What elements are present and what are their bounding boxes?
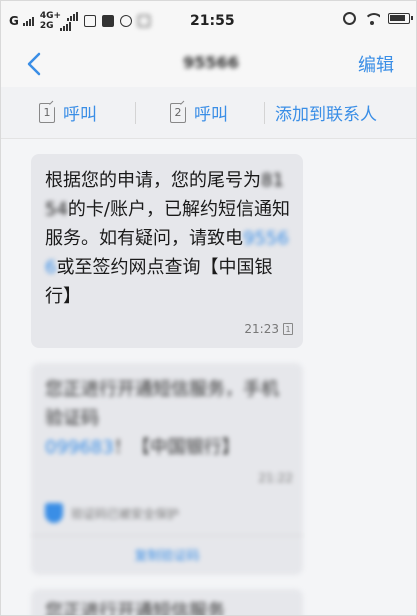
- action-divider: [135, 101, 136, 124]
- network-top-label: 4G+: [39, 11, 62, 21]
- nav-bar: 95566 编辑: [1, 41, 416, 87]
- shield-icon: [45, 503, 63, 523]
- chevron-left-icon: [27, 52, 41, 76]
- message-text-part: ！【中国银行】: [113, 437, 240, 458]
- sim2-icon: 2: [170, 102, 186, 123]
- message-text: 您正进行开通短信服务: [45, 601, 225, 616]
- add-to-contacts-button[interactable]: 添加到联系人: [275, 100, 377, 125]
- call-sim2-label: 呼叫: [194, 105, 228, 125]
- message-text-part: 或至签约网点查询【中国银行】: [45, 257, 273, 307]
- action-divider: [264, 101, 265, 124]
- message-text: 您正进行开通短信服务，手机验证码 099683！【中国银行】: [45, 375, 293, 462]
- network-bottom-label: 2G: [39, 21, 54, 31]
- call-sim1-label: 呼叫: [63, 105, 97, 125]
- edit-button[interactable]: 编辑: [358, 51, 394, 77]
- message-bubble[interactable]: 您正进行开通短信服务: [31, 589, 303, 616]
- bubble-divider: [31, 535, 303, 536]
- security-notice-text: 验证码已被安全保护: [71, 506, 180, 521]
- verification-code-link[interactable]: 099683: [45, 437, 114, 458]
- message-text-part: 根据您的申请，您的尾号为: [45, 170, 261, 191]
- signal-icon: [22, 16, 34, 26]
- message-time: 21:22: [258, 471, 293, 485]
- sim1-icon: 1: [39, 102, 55, 123]
- battery-icon: [388, 13, 413, 24]
- network-indicator: 4G+ 2G: [39, 11, 79, 31]
- message-bubble[interactable]: 您正进行开通短信服务，手机验证码 099683！【中国银行】 21:22 验证码已…: [31, 363, 303, 575]
- sim1-icon: 1: [283, 323, 293, 335]
- phone-screen: G 4G+ 2G 21:55 95566 编辑 1 呼叫 2 呼叫 添加到联系人…: [0, 0, 417, 616]
- image-notification-icon: [84, 15, 97, 27]
- message-timestamp: 21:23 1: [244, 322, 293, 336]
- message-text-part: 您正进行开通短信服务，手机验证码: [45, 379, 279, 429]
- message-notification-icon: [102, 15, 115, 27]
- clock: 21:55: [190, 13, 235, 29]
- conversation-title: 95566: [183, 53, 239, 72]
- back-button[interactable]: [23, 51, 47, 77]
- message-time: 21:23: [244, 322, 279, 336]
- message-bubble[interactable]: 根据您的申请，您的尾号为8154的卡/账户，已解约短信通知服务。如有疑问，请致电…: [31, 154, 303, 348]
- add-to-contacts-label: 添加到联系人: [275, 105, 377, 125]
- qq-notification-icon: [120, 15, 133, 27]
- carrier-g-label: G: [9, 14, 19, 28]
- action-bar: 1 呼叫 2 呼叫 添加到联系人: [1, 87, 416, 139]
- status-bar: G 4G+ 2G 21:55: [1, 1, 416, 41]
- wifi-icon: [364, 12, 380, 25]
- security-notice: 验证码已被安全保护: [45, 503, 179, 523]
- app-notification-icon: [138, 15, 151, 27]
- call-sim2-button[interactable]: 2 呼叫: [170, 100, 228, 125]
- copy-code-button[interactable]: 复制验证码: [31, 545, 303, 564]
- alarm-icon: [343, 12, 356, 25]
- message-text: 根据您的申请，您的尾号为8154的卡/账户，已解约短信通知服务。如有疑问，请致电…: [45, 166, 293, 311]
- call-sim1-button[interactable]: 1 呼叫: [39, 100, 97, 125]
